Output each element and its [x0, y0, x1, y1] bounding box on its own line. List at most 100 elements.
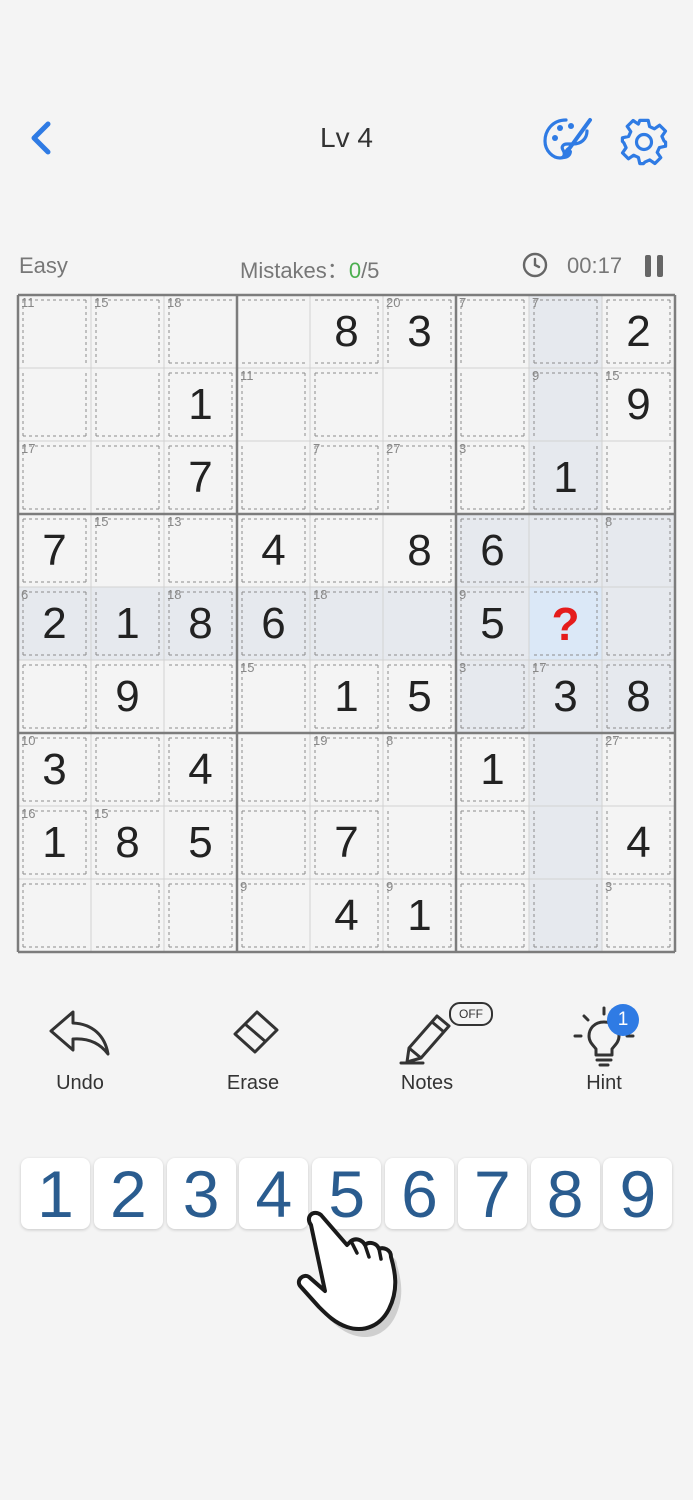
board-cell[interactable]: 8 — [602, 660, 675, 733]
number-key-8[interactable]: 8 — [530, 1157, 600, 1231]
board-cell[interactable]: 6 — [237, 587, 310, 660]
board-cell[interactable]: 15 — [91, 295, 164, 368]
board-cell[interactable]: 15 — [237, 660, 310, 733]
board-cell[interactable]: 7 — [164, 441, 237, 514]
board-cell[interactable]: 1 — [164, 368, 237, 441]
cell-digit: 6 — [261, 598, 286, 648]
board-cell[interactable]: 8 — [383, 733, 456, 806]
number-key-3[interactable]: 3 — [166, 1157, 236, 1231]
board-cell[interactable] — [237, 441, 310, 514]
board-cell[interactable]: 18 — [310, 587, 383, 660]
board-cell[interactable]: 15 — [91, 514, 164, 587]
board-cell[interactable] — [456, 879, 529, 952]
board-cell[interactable]: 8 — [602, 514, 675, 587]
number-key-6[interactable]: 6 — [385, 1157, 454, 1231]
board-cell[interactable]: 20 3 — [383, 295, 456, 368]
board-cell[interactable]: ? — [529, 587, 602, 660]
board-cell[interactable]: 8 — [383, 514, 456, 587]
board-cell[interactable]: 7 — [529, 295, 602, 368]
board-cell[interactable]: 19 — [310, 733, 383, 806]
board-cell[interactable] — [456, 368, 529, 441]
board-cell[interactable]: 18 8 — [164, 587, 237, 660]
board-cell[interactable]: 9 — [529, 368, 602, 441]
palette-brush-icon[interactable] — [540, 114, 596, 166]
board-cell[interactable] — [456, 806, 529, 879]
board-cell[interactable]: 7 — [18, 514, 91, 587]
board-cell[interactable]: 5 — [164, 806, 237, 879]
board-cell[interactable]: 4 — [310, 879, 383, 952]
number-key-9[interactable]: 9 — [603, 1157, 673, 1231]
board-cell[interactable] — [310, 368, 383, 441]
board-cell[interactable]: 9 — [237, 879, 310, 952]
cage-sum: 15 — [94, 514, 109, 529]
number-key-4[interactable]: 4 — [239, 1157, 309, 1231]
board-cell[interactable] — [164, 879, 237, 952]
board-cell[interactable]: 4 — [237, 514, 310, 587]
board-cell[interactable]: 10 3 — [18, 733, 91, 806]
cage-sum: 11 — [240, 368, 254, 383]
board-cell[interactable] — [383, 368, 456, 441]
board-cell[interactable] — [237, 295, 310, 368]
board-cell[interactable]: 16 1 — [18, 806, 91, 879]
board-cell[interactable] — [18, 879, 91, 952]
board-cell[interactable]: 6 — [456, 514, 529, 587]
pause-icon[interactable] — [643, 254, 665, 278]
board-cell[interactable]: 15 9 — [602, 368, 675, 441]
board-cell[interactable]: 2 — [602, 295, 675, 368]
number-key-1[interactable]: 1 — [21, 1157, 90, 1231]
gear-icon[interactable] — [618, 116, 670, 168]
board-cell[interactable]: 7 — [456, 295, 529, 368]
board-cell[interactable]: 13 — [164, 514, 237, 587]
board-cell[interactable]: 27 — [602, 733, 675, 806]
board-cell[interactable]: 15 8 — [91, 806, 164, 879]
board-cell[interactable]: 3 — [456, 660, 529, 733]
board-cell[interactable]: 9 — [91, 660, 164, 733]
board-cell[interactable]: 1 — [91, 587, 164, 660]
board-cell[interactable]: 11 — [18, 295, 91, 368]
board-cell[interactable]: 62 — [18, 587, 91, 660]
board-cell[interactable]: 7 — [310, 806, 383, 879]
board-cell[interactable] — [383, 587, 456, 660]
board-cell[interactable]: 4 — [602, 806, 675, 879]
board-cell[interactable]: 7 — [310, 441, 383, 514]
erase-button[interactable]: Erase — [198, 1000, 308, 1100]
undo-button[interactable]: Undo — [25, 1000, 135, 1100]
board-cell[interactable]: 95 — [456, 587, 529, 660]
board-cell[interactable]: 8 — [310, 295, 383, 368]
board-cell[interactable]: 1 — [310, 660, 383, 733]
board-cell[interactable]: 27 — [383, 441, 456, 514]
board-cell[interactable] — [237, 733, 310, 806]
number-key-7[interactable]: 7 — [457, 1157, 527, 1231]
board-cell[interactable] — [237, 806, 310, 879]
board-cell[interactable]: 17 — [18, 441, 91, 514]
board-cell[interactable] — [529, 806, 602, 879]
board-cell[interactable]: 1 — [456, 733, 529, 806]
board-cell[interactable]: 18 — [164, 295, 237, 368]
number-key-5[interactable]: 5 — [312, 1157, 382, 1231]
board-cell[interactable]: 3 — [456, 441, 529, 514]
hint-button[interactable]: Hint — [549, 1000, 659, 1100]
board-cell[interactable] — [529, 514, 602, 587]
board-cell[interactable] — [310, 514, 383, 587]
board-cell[interactable]: 91 — [383, 879, 456, 952]
board-cell[interactable] — [91, 368, 164, 441]
board-cell[interactable] — [383, 806, 456, 879]
board-cell[interactable] — [91, 733, 164, 806]
board-cell[interactable]: 1 — [529, 441, 602, 514]
board-cell[interactable] — [18, 368, 91, 441]
board-cell[interactable] — [602, 441, 675, 514]
board-cell[interactable] — [91, 879, 164, 952]
number-key-2[interactable]: 2 — [93, 1157, 163, 1231]
board-cell[interactable]: 5 — [383, 660, 456, 733]
board-cell[interactable] — [164, 660, 237, 733]
board-cell[interactable]: 3 — [602, 879, 675, 952]
board-cell[interactable]: 17 3 — [529, 660, 602, 733]
board-cell[interactable]: 4 — [164, 733, 237, 806]
board-cell[interactable] — [529, 733, 602, 806]
notes-off-toggle[interactable]: OFF — [449, 1002, 493, 1026]
board-cell[interactable] — [18, 660, 91, 733]
board-cell[interactable] — [91, 441, 164, 514]
board-cell[interactable]: 11 — [237, 368, 310, 441]
board-cell[interactable] — [602, 587, 675, 660]
board-cell[interactable] — [529, 879, 602, 952]
